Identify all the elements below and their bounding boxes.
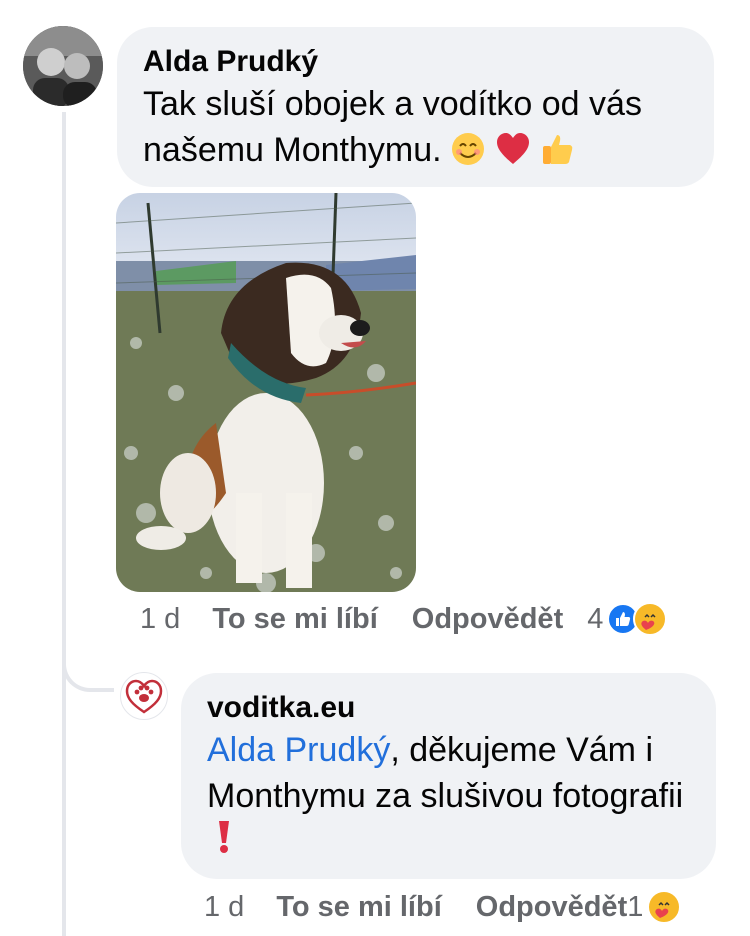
thumbs-up-icon: [539, 131, 575, 167]
red-exclamation-icon: [211, 819, 237, 855]
reply-reply-button[interactable]: Odpovědět: [476, 891, 627, 924]
reply-author[interactable]: voditka.eu: [207, 689, 690, 727]
care-icon: [647, 890, 682, 924]
thread-connector: [62, 640, 114, 692]
reply-bubble: voditka.eu Alda Prudký, děkujeme Vám i M…: [181, 673, 716, 879]
comment-bubble: Alda Prudký Tak sluší obojek a vodítko o…: [117, 27, 714, 187]
reply-reaction-summary[interactable]: 1: [627, 890, 682, 924]
reply-like-button[interactable]: To se mi líbí: [276, 891, 441, 924]
reaction-count: 4: [587, 602, 604, 635]
care-icon: [633, 602, 668, 636]
like-button[interactable]: To se mi líbí: [212, 603, 377, 636]
brand-avatar[interactable]: [120, 672, 168, 720]
reply-reaction-count: 1: [627, 890, 644, 923]
thread-line: [62, 112, 66, 936]
reply-button[interactable]: Odpovědět: [412, 603, 563, 636]
reply-actions: 1 d To se mi líbí Odpovědět 1: [204, 890, 682, 924]
comment-photo[interactable]: [116, 193, 416, 592]
red-heart-icon: [495, 131, 531, 167]
avatar[interactable]: [23, 26, 103, 106]
comment-author[interactable]: Alda Prudký: [143, 43, 688, 81]
reply-timestamp[interactable]: 1 d: [204, 891, 244, 924]
smiling-face-icon: [450, 131, 486, 167]
reaction-summary[interactable]: 4: [587, 602, 668, 636]
comment-actions: 1 d To se mi líbí Odpovědět 4: [140, 602, 668, 636]
mention-link[interactable]: Alda Prudký: [207, 731, 390, 769]
comment-timestamp[interactable]: 1 d: [140, 603, 180, 636]
